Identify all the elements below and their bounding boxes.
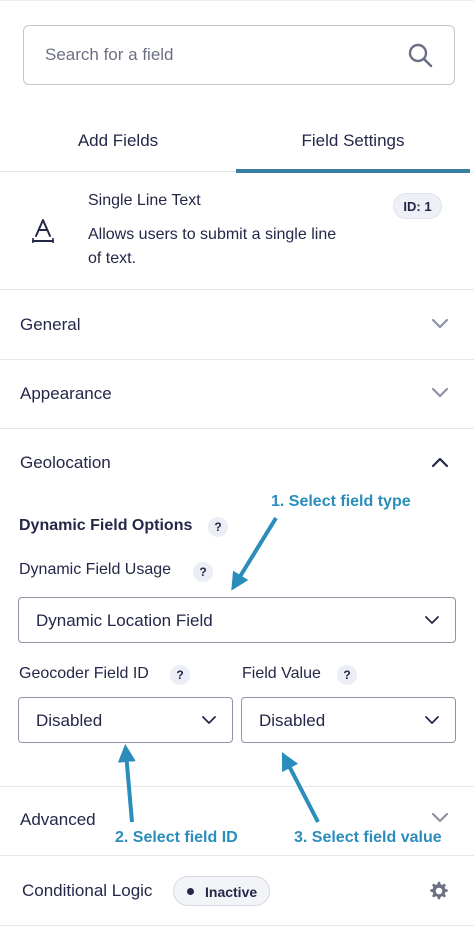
section-appearance-header[interactable]: Appearance xyxy=(0,360,474,428)
dynamic-field-usage-select[interactable]: Dynamic Location Field xyxy=(18,597,456,643)
chevron-down-icon xyxy=(425,616,439,624)
panel-tabs: Add Fields Field Settings xyxy=(0,110,474,173)
help-icon[interactable]: ? xyxy=(170,665,190,685)
dynamic-field-usage-label: Dynamic Field Usage xyxy=(19,561,172,578)
geocoder-field-id-select[interactable]: Disabled xyxy=(18,697,233,743)
gear-icon[interactable] xyxy=(428,880,450,902)
tab-add-fields[interactable]: Add Fields xyxy=(0,110,236,172)
section-general: General xyxy=(0,291,474,360)
chevron-down-icon xyxy=(202,716,216,724)
section-advanced-label: Advanced xyxy=(20,810,96,829)
field-value-select[interactable]: Disabled xyxy=(241,697,456,743)
conditional-logic-label: Conditional Logic xyxy=(22,881,153,900)
section-general-label: General xyxy=(20,315,81,334)
geocoder-field-id-label: Geocoder Field ID xyxy=(19,665,149,682)
tab-field-settings[interactable]: Field Settings xyxy=(236,110,470,173)
field-type-description: Allows users to submit a single line of … xyxy=(88,226,337,267)
search-input[interactable] xyxy=(24,26,404,84)
help-icon[interactable]: ? xyxy=(193,562,213,582)
section-appearance: Appearance xyxy=(0,360,474,429)
geocoder-field-id-value: Disabled xyxy=(36,711,103,730)
dynamic-field-options-title: Dynamic Field Options xyxy=(19,517,193,534)
field-search[interactable] xyxy=(23,25,455,85)
section-geolocation-label: Geolocation xyxy=(20,453,111,472)
field-value-label: Field Value xyxy=(242,665,321,682)
annotation-step2: 2. Select field ID xyxy=(115,829,238,846)
field-type-title: Single Line Text xyxy=(88,192,201,209)
help-icon[interactable]: ? xyxy=(208,517,228,537)
dynamic-field-usage-value: Dynamic Location Field xyxy=(36,611,213,630)
section-appearance-label: Appearance xyxy=(20,384,112,403)
chevron-down-icon xyxy=(431,318,449,329)
conditional-logic-status: Inactive xyxy=(205,884,258,900)
chevron-down-icon xyxy=(425,716,439,724)
section-geolocation-header[interactable]: Geolocation xyxy=(0,429,474,497)
chevron-down-icon xyxy=(431,812,449,823)
field-info-card: Single Line Text Allows users to submit … xyxy=(0,173,474,290)
field-value-value: Disabled xyxy=(259,711,326,730)
chevron-up-icon xyxy=(431,457,449,468)
conditional-logic-status-badge[interactable]: Inactive xyxy=(173,876,270,906)
top-divider xyxy=(0,0,474,4)
status-dot-icon xyxy=(187,888,194,895)
chevron-down-icon xyxy=(431,387,449,398)
text-field-icon xyxy=(32,219,54,243)
section-general-header[interactable]: General xyxy=(0,291,474,359)
annotation-step3: 3. Select field value xyxy=(294,829,442,846)
field-id-badge: ID: 1 xyxy=(393,193,442,219)
conditional-logic-row: Conditional Logic Inactive xyxy=(0,856,474,926)
search-icon[interactable] xyxy=(407,42,433,68)
help-icon[interactable]: ? xyxy=(337,665,357,685)
annotation-step1: 1. Select field type xyxy=(271,493,411,510)
